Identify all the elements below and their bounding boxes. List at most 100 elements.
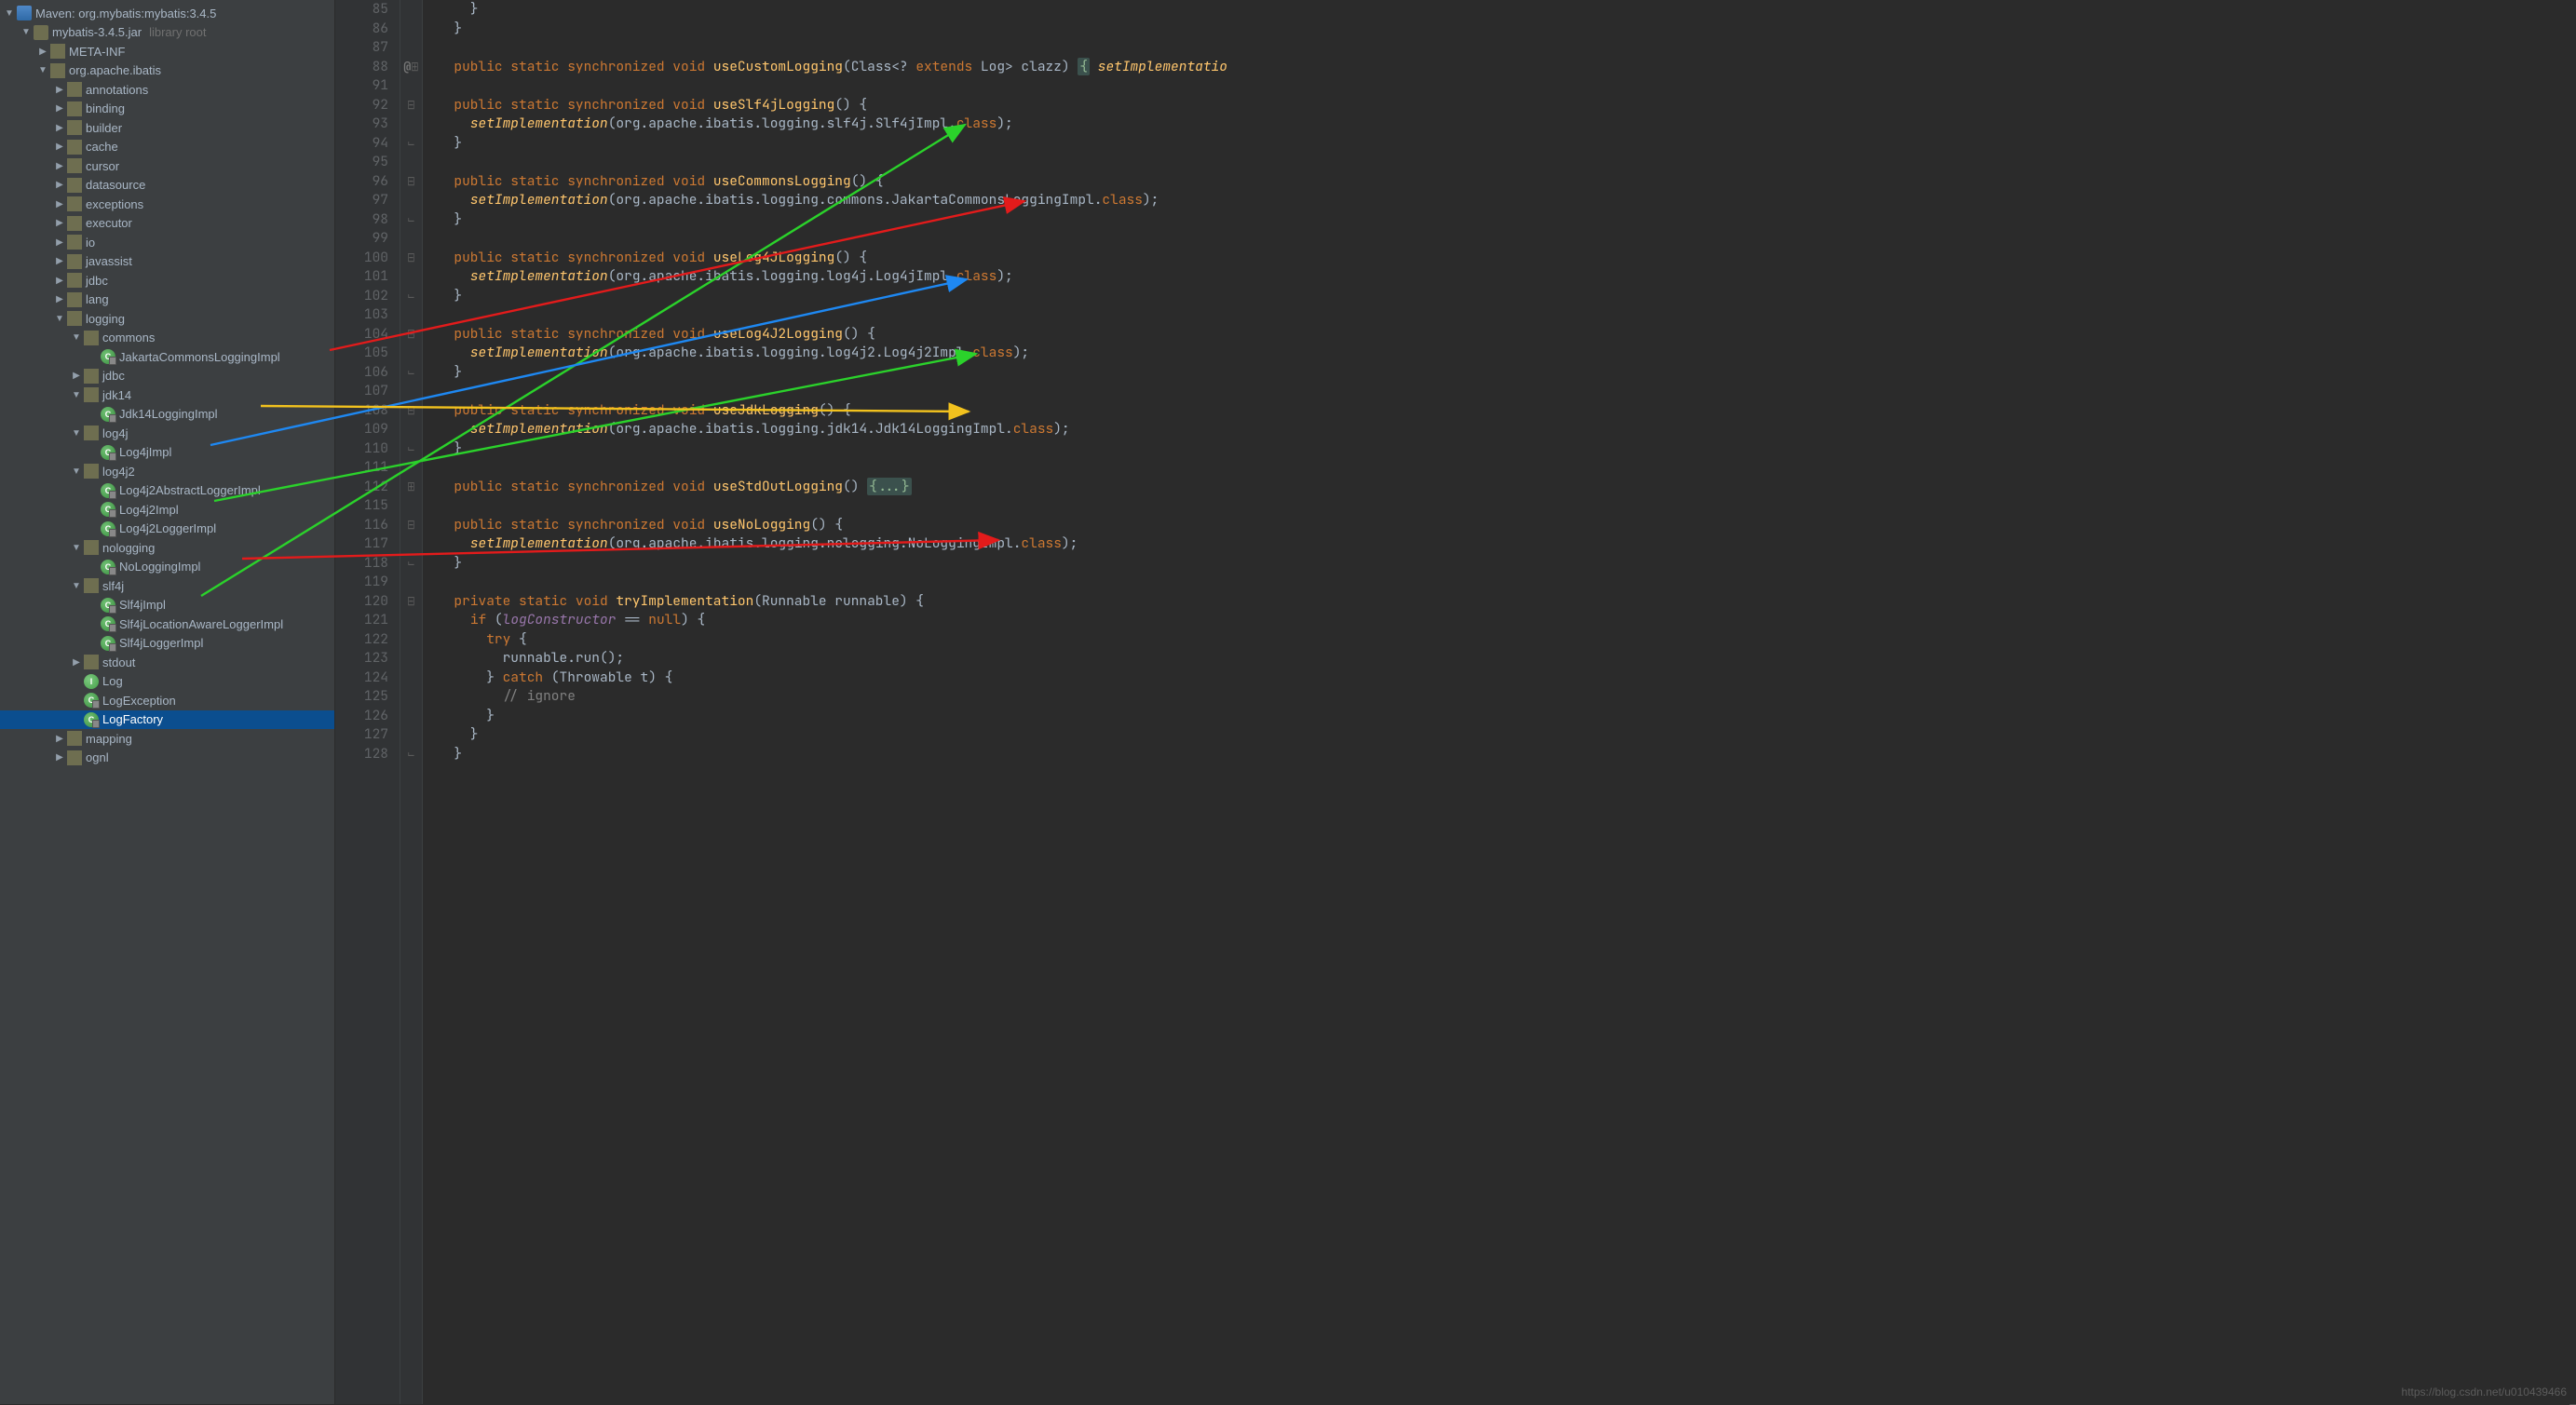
code-area[interactable]: } } public static synchronized void useC… bbox=[423, 0, 2576, 1404]
line-number[interactable]: 119 bbox=[335, 573, 388, 592]
line-number[interactable]: 128 bbox=[335, 745, 388, 764]
code-line[interactable]: public static synchronized void useJdkLo… bbox=[438, 401, 2576, 421]
line-number[interactable]: 124 bbox=[335, 669, 388, 688]
chevron-right-icon[interactable]: ▶ bbox=[54, 237, 65, 248]
chevron-right-icon[interactable]: ▶ bbox=[54, 180, 65, 190]
tree-root[interactable]: ▼Maven: org.mybatis:mybatis:3.4.5 bbox=[0, 4, 334, 23]
code-line[interactable]: // ignore bbox=[438, 687, 2576, 707]
tree-metainf[interactable]: ▶META-INF bbox=[0, 42, 334, 61]
tree-class-Log4j2AbstractLoggerImpl[interactable]: ▶CLog4j2AbstractLoggerImpl bbox=[0, 481, 334, 501]
code-line[interactable]: setImplementation(org.apache.ibatis.logg… bbox=[438, 534, 2576, 554]
tree-class-Jdk14LoggingImpl[interactable]: ▶CJdk14LoggingImpl bbox=[0, 405, 334, 425]
tree-pkg-io[interactable]: ▶io bbox=[0, 233, 334, 252]
gutter-mark[interactable]: ⊟ bbox=[400, 172, 422, 192]
gutter-mark[interactable]: ⊟ bbox=[400, 249, 422, 268]
tree-pkg-log4j[interactable]: ▼log4j bbox=[0, 424, 334, 443]
line-number[interactable]: 110 bbox=[335, 439, 388, 459]
line-number[interactable]: 127 bbox=[335, 725, 388, 745]
tree-pkg-exceptions[interactable]: ▶exceptions bbox=[0, 195, 334, 214]
tree-pkg-jdk14[interactable]: ▼jdk14 bbox=[0, 385, 334, 405]
tree-class-Log4j2Impl[interactable]: ▶CLog4j2Impl bbox=[0, 500, 334, 520]
line-number[interactable]: 96 bbox=[335, 172, 388, 192]
chevron-down-icon[interactable]: ▼ bbox=[71, 332, 82, 343]
gutter-mark[interactable]: ⌙ bbox=[400, 554, 422, 574]
code-line[interactable]: public static synchronized void useCommo… bbox=[438, 172, 2576, 192]
chevron-down-icon[interactable]: ▼ bbox=[71, 466, 82, 477]
code-line[interactable]: setImplementation(org.apache.ibatis.logg… bbox=[438, 267, 2576, 287]
line-number[interactable]: 104 bbox=[335, 325, 388, 344]
code-line[interactable]: if (logConstructor == null) { bbox=[438, 611, 2576, 630]
code-line[interactable] bbox=[438, 229, 2576, 249]
line-number[interactable]: 112 bbox=[335, 478, 388, 497]
gutter-mark[interactable] bbox=[400, 20, 422, 39]
fold-gutter[interactable]: @⊞⊟⌙⊟⌙⊟⌙⊟⌙⊟⌙⊞⊟⌙⊟⌙ bbox=[400, 0, 423, 1404]
gutter-mark[interactable] bbox=[400, 669, 422, 688]
chevron-right-icon[interactable]: ▶ bbox=[54, 752, 65, 763]
code-line[interactable] bbox=[438, 153, 2576, 172]
chevron-down-icon[interactable]: ▼ bbox=[20, 27, 32, 37]
fold-collapse-icon[interactable]: ⊟ bbox=[407, 320, 414, 347]
fold-end-icon[interactable]: ⌙ bbox=[407, 740, 414, 767]
gutter-mark[interactable]: ⌙ bbox=[400, 745, 422, 764]
tree-basepkg[interactable]: ▼org.apache.ibatis bbox=[0, 61, 334, 81]
code-line[interactable]: } bbox=[438, 134, 2576, 154]
line-number[interactable]: 93 bbox=[335, 115, 388, 134]
chevron-down-icon[interactable]: ▼ bbox=[54, 314, 65, 324]
gutter-mark[interactable]: ⌙ bbox=[400, 210, 422, 230]
tree-pkg-mapping[interactable]: ▶mapping bbox=[0, 729, 334, 749]
code-line[interactable]: public static synchronized void useLog4J… bbox=[438, 249, 2576, 268]
gutter-mark[interactable]: ⊟ bbox=[400, 325, 422, 344]
gutter-mark[interactable] bbox=[400, 649, 422, 669]
gutter-mark[interactable]: ⌙ bbox=[400, 363, 422, 383]
tree-pkg-stdout[interactable]: ▶stdout bbox=[0, 653, 334, 672]
code-line[interactable]: } bbox=[438, 0, 2576, 20]
fold-collapse-icon[interactable]: ⊟ bbox=[407, 91, 414, 118]
line-number[interactable]: 109 bbox=[335, 420, 388, 439]
code-line[interactable]: } bbox=[438, 363, 2576, 383]
tree-pkg-log4j2[interactable]: ▼log4j2 bbox=[0, 462, 334, 481]
tree-pkg-logging-jdbc[interactable]: ▶jdbc bbox=[0, 367, 334, 386]
code-line[interactable]: private static void tryImplementation(Ru… bbox=[438, 592, 2576, 612]
tree-pkg-nologging[interactable]: ▼nologging bbox=[0, 538, 334, 558]
tree-class-Log4j2LoggerImpl[interactable]: ▶CLog4j2LoggerImpl bbox=[0, 520, 334, 539]
chevron-right-icon[interactable]: ▶ bbox=[54, 142, 65, 152]
line-number[interactable]: 118 bbox=[335, 554, 388, 574]
code-line[interactable]: } bbox=[438, 287, 2576, 306]
chevron-down-icon[interactable]: ▼ bbox=[71, 543, 82, 553]
code-line[interactable]: } bbox=[438, 725, 2576, 745]
line-number[interactable]: 97 bbox=[335, 191, 388, 210]
chevron-right-icon[interactable]: ▶ bbox=[54, 85, 65, 95]
code-line[interactable]: } bbox=[438, 707, 2576, 726]
fold-end-icon[interactable]: ⌙ bbox=[407, 129, 414, 156]
code-line[interactable]: setImplementation(org.apache.ibatis.logg… bbox=[438, 115, 2576, 134]
chevron-right-icon[interactable]: ▶ bbox=[71, 371, 82, 381]
line-number[interactable]: 122 bbox=[335, 630, 388, 650]
tree-pkg-javassist[interactable]: ▶javassist bbox=[0, 252, 334, 272]
chevron-right-icon[interactable]: ▶ bbox=[71, 657, 82, 668]
tree-class-Slf4jLoggerImpl[interactable]: ▶CSlf4jLoggerImpl bbox=[0, 634, 334, 654]
chevron-down-icon[interactable]: ▼ bbox=[4, 8, 15, 19]
line-number[interactable]: 91 bbox=[335, 76, 388, 96]
fold-expand-icon[interactable]: ⊞ bbox=[407, 473, 414, 500]
chevron-right-icon[interactable]: ▶ bbox=[54, 161, 65, 171]
tree-pkg-slf4j[interactable]: ▼slf4j bbox=[0, 576, 334, 596]
gutter-mark[interactable]: ⊟ bbox=[400, 516, 422, 535]
code-line[interactable]: setImplementation(org.apache.ibatis.logg… bbox=[438, 191, 2576, 210]
line-number[interactable]: 108 bbox=[335, 401, 388, 421]
fold-collapse-icon[interactable]: ⊟ bbox=[407, 588, 414, 615]
fold-end-icon[interactable]: ⌙ bbox=[407, 435, 414, 462]
gutter-mark[interactable] bbox=[400, 630, 422, 650]
tree-pkg-ognl[interactable]: ▶ognl bbox=[0, 749, 334, 768]
gutter-mark[interactable]: ⊟ bbox=[400, 96, 422, 115]
code-line[interactable] bbox=[438, 458, 2576, 478]
chevron-right-icon[interactable]: ▶ bbox=[37, 47, 48, 57]
code-line[interactable] bbox=[438, 496, 2576, 516]
line-number[interactable]: 87 bbox=[335, 38, 388, 58]
gutter-mark[interactable]: ⊟ bbox=[400, 592, 422, 612]
code-line[interactable]: runnable.run(); bbox=[438, 649, 2576, 669]
code-line[interactable]: setImplementation(org.apache.ibatis.logg… bbox=[438, 344, 2576, 363]
gutter-mark[interactable]: ⊟ bbox=[400, 401, 422, 421]
gutter-mark[interactable]: ⌙ bbox=[400, 134, 422, 154]
chevron-right-icon[interactable]: ▶ bbox=[54, 276, 65, 286]
line-number-gutter[interactable]: 8586878891929394959697989910010110210310… bbox=[335, 0, 400, 1404]
